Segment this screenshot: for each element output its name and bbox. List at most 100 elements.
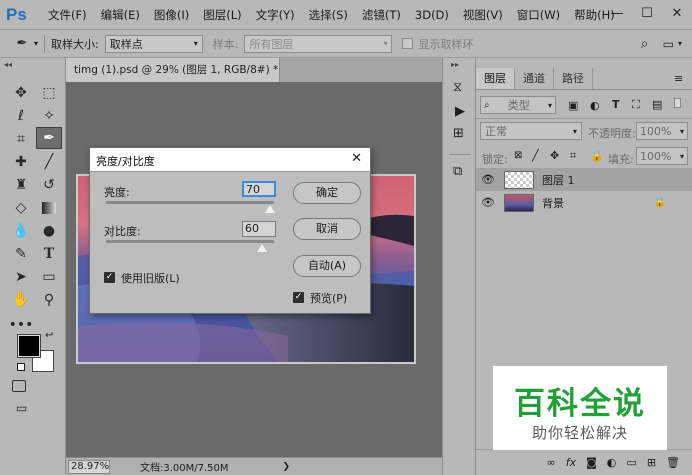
cancel-button[interactable]: 取消 xyxy=(293,218,361,240)
brightness-slider-thumb[interactable] xyxy=(265,205,275,213)
history-brush-tool-icon[interactable]: ↺ xyxy=(36,174,62,196)
brightness-input[interactable]: 70 xyxy=(242,181,276,197)
zoom-level-field[interactable]: 28.97% xyxy=(68,459,110,474)
actions-panel-icon[interactable]: ▶ xyxy=(455,104,465,119)
clone-stamp-tool-icon[interactable]: ♜ xyxy=(8,174,34,196)
pen-tool-icon[interactable]: ✎ xyxy=(8,243,34,265)
status-menu-arrow-icon[interactable]: ❯ xyxy=(283,462,291,472)
filter-type-icon[interactable]: T xyxy=(612,98,620,111)
search-icon[interactable]: ⌕ xyxy=(641,36,649,52)
layer-row[interactable]: 👁 图层 1 xyxy=(476,168,692,191)
magic-wand-tool-icon[interactable]: ✧ xyxy=(36,105,62,127)
ok-button[interactable]: 确定 xyxy=(293,182,361,204)
fx-icon[interactable]: fx xyxy=(566,456,576,469)
legacy-checkbox[interactable]: ✓ xyxy=(104,272,115,283)
eye-icon[interactable]: 👁 xyxy=(476,196,500,209)
group-icon[interactable]: ▭ xyxy=(626,456,636,469)
chevron-down-icon[interactable]: ▾ xyxy=(678,39,682,48)
layer-row[interactable]: 👁 背景 🔒 xyxy=(476,191,692,214)
sample-size-select[interactable]: 取样点 ▾ xyxy=(104,34,203,53)
zoom-tool-icon[interactable]: ⚲ xyxy=(36,289,62,311)
filter-smart-object-icon[interactable]: ▤ xyxy=(652,98,662,111)
type-tool-icon[interactable]: T xyxy=(36,243,62,265)
link-icon[interactable]: ∞ xyxy=(547,456,556,469)
minimize-button[interactable]: — xyxy=(602,0,632,30)
filter-adjustment-icon[interactable]: ◐ xyxy=(590,99,600,112)
collapse-arrows-icon[interactable]: ◂◂ xyxy=(4,60,12,69)
marquee-tool-icon[interactable]: ⬚ xyxy=(36,82,62,104)
menu-filter[interactable]: 滤镜(T) xyxy=(362,7,401,23)
show-ring-checkbox[interactable] xyxy=(402,38,414,49)
new-layer-icon[interactable]: ⊞ xyxy=(647,456,656,469)
close-window-button[interactable]: ✕ xyxy=(662,0,692,30)
lock-position-icon[interactable]: ✥ xyxy=(550,149,559,162)
trash-icon[interactable]: 🗑 xyxy=(666,456,680,469)
eye-icon[interactable]: 👁 xyxy=(476,173,500,186)
default-colors-icon[interactable] xyxy=(17,363,25,371)
menu-view[interactable]: 视图(V) xyxy=(463,7,503,23)
swap-colors-icon[interactable]: ↩ xyxy=(45,330,53,341)
blur-tool-icon[interactable]: 💧 xyxy=(8,220,34,242)
rectangle-tool-icon[interactable]: ▭ xyxy=(36,266,62,288)
dialog-close-button[interactable]: ✕ xyxy=(351,151,362,166)
eyedropper-tool-icon[interactable]: ✒ xyxy=(36,127,62,149)
menu-edit[interactable]: 编辑(E) xyxy=(101,7,140,23)
filter-shape-icon[interactable]: ⛶ xyxy=(632,98,640,112)
eraser-tool-icon[interactable]: ◇ xyxy=(8,197,34,219)
tab-paths[interactable]: 路径 xyxy=(554,68,593,89)
info-panel-icon[interactable]: ⧉ xyxy=(453,164,462,179)
foreground-color-swatch[interactable] xyxy=(17,334,41,358)
gradient-tool-icon[interactable] xyxy=(36,197,62,219)
crop-tool-icon[interactable]: ⌗ xyxy=(8,128,34,150)
lock-image-icon[interactable]: ╱ xyxy=(532,149,539,162)
quick-mask-icon[interactable] xyxy=(12,380,26,392)
maximize-button[interactable]: ☐ xyxy=(632,0,662,30)
dialog-titlebar[interactable]: 亮度/对比度 ✕ xyxy=(90,148,370,172)
auto-button[interactable]: 自动(A) xyxy=(293,255,361,277)
history-panel-icon[interactable]: ⧖ xyxy=(453,80,462,95)
healing-brush-tool-icon[interactable]: ✚ xyxy=(8,151,34,173)
blend-mode-select[interactable]: 正常 ▾ xyxy=(480,122,582,140)
lock-all-icon[interactable]: 🔒 xyxy=(590,149,604,162)
workspace-icon[interactable]: ▭ xyxy=(663,37,674,51)
hand-tool-icon[interactable]: ✋ xyxy=(8,289,34,311)
menu-type[interactable]: 文字(Y) xyxy=(256,7,295,23)
filter-kind-select[interactable]: ⌕ 类型 ▾ xyxy=(480,96,556,114)
contrast-slider-thumb[interactable] xyxy=(256,244,267,252)
brightness-slider-track[interactable] xyxy=(106,201,274,204)
document-tab[interactable]: timg (1).psd @ 29% (图层 1, RGB/8#) * ✕ xyxy=(66,58,280,100)
filter-toggle-icon[interactable] xyxy=(674,98,681,108)
mask-icon[interactable]: ◙ xyxy=(586,456,597,469)
collapse-arrows-icon[interactable]: ▸▸ xyxy=(451,60,459,69)
panel-menu-icon[interactable]: ≡ xyxy=(674,68,692,89)
menu-select[interactable]: 选择(S) xyxy=(309,7,348,23)
tab-layers[interactable]: 图层 xyxy=(476,68,515,89)
brush-tool-icon[interactable]: ╱ xyxy=(36,151,62,173)
lasso-tool-icon[interactable]: ℓ xyxy=(8,105,34,127)
contrast-input[interactable]: 60 xyxy=(242,221,276,237)
fill-field[interactable]: 100% ▾ xyxy=(636,147,688,165)
screen-mode-icon[interactable]: ▭ xyxy=(16,401,27,415)
adjustment-icon[interactable]: ◐ xyxy=(607,456,617,469)
dodge-tool-icon[interactable]: ● xyxy=(36,220,62,242)
contrast-slider-track[interactable] xyxy=(106,240,274,243)
properties-panel-icon[interactable]: ⊞ xyxy=(453,126,464,141)
menu-file[interactable]: 文件(F) xyxy=(48,7,87,23)
preview-checkbox[interactable]: ✓ xyxy=(293,292,304,303)
menu-3d[interactable]: 3D(D) xyxy=(415,8,449,22)
sample-select[interactable]: 所有图层 ▾ xyxy=(244,34,393,53)
lock-transparent-icon[interactable]: ⊠ xyxy=(514,150,522,161)
path-selection-tool-icon[interactable]: ➤ xyxy=(8,266,34,288)
lock-artboard-icon[interactable]: ⌗ xyxy=(570,149,576,163)
chevron-down-icon[interactable]: ▾ xyxy=(34,39,38,48)
more-tools-icon[interactable]: ••• xyxy=(8,314,34,336)
eyedropper-preset-icon[interactable]: ✒ xyxy=(10,36,34,51)
brightness-label: 亮度: xyxy=(104,186,130,199)
tab-channels[interactable]: 通道 xyxy=(515,68,554,89)
menu-image[interactable]: 图像(I) xyxy=(154,7,189,23)
move-tool-icon[interactable]: ✥ xyxy=(8,82,34,104)
menu-window[interactable]: 窗口(W) xyxy=(517,7,560,23)
filter-pixel-icon[interactable]: ▣ xyxy=(568,99,578,112)
menu-layer[interactable]: 图层(L) xyxy=(203,7,241,23)
opacity-field[interactable]: 100% ▾ xyxy=(636,122,688,140)
